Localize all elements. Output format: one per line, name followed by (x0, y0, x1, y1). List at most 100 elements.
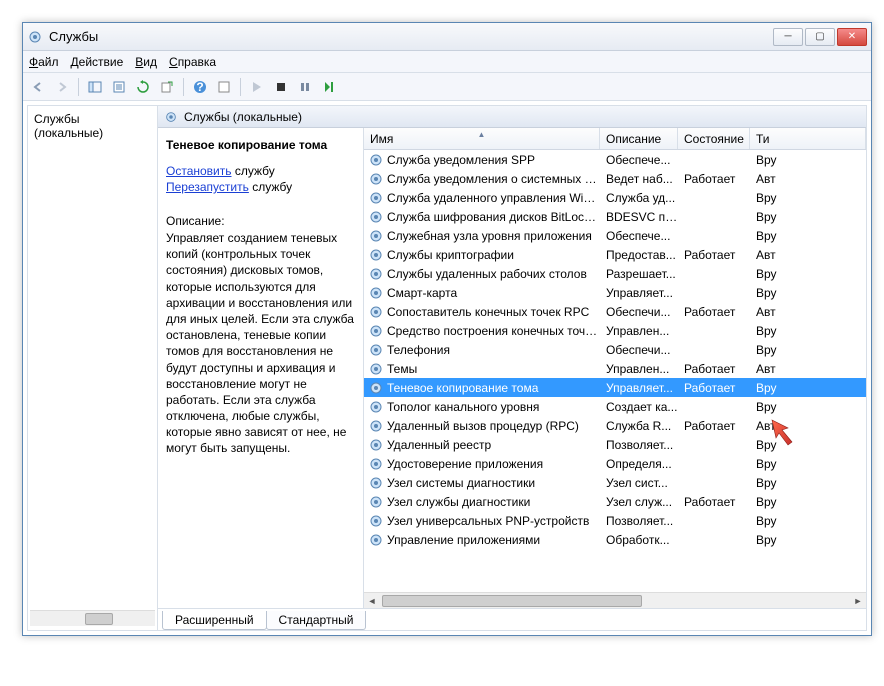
service-name: Удостоверение приложения (387, 457, 600, 471)
close-button[interactable]: ✕ (837, 28, 867, 46)
pause-icon (299, 81, 311, 93)
service-name: Узел системы диагностики (387, 476, 600, 490)
service-name: Узел службы диагностики (387, 495, 600, 509)
service-type: Авт (750, 362, 866, 376)
service-type: Вру (750, 457, 866, 471)
arrow-left-icon (31, 80, 45, 94)
service-icon (368, 152, 384, 168)
service-type: Вру (750, 533, 866, 547)
start-service-button[interactable] (246, 76, 268, 98)
minimize-button[interactable]: ─ (773, 28, 803, 46)
service-row[interactable]: Узел службы диагностикиУзел служ...Работ… (364, 492, 866, 511)
service-desc: Узел служ... (600, 495, 678, 509)
scroll-left-icon[interactable]: ◄ (364, 593, 380, 608)
service-desc: Обеспече... (600, 229, 678, 243)
restart-service-button[interactable] (318, 76, 340, 98)
service-row[interactable]: Удаленный вызов процедур (RPC)Служба R..… (364, 416, 866, 435)
menubar: Файл Действие Вид Справка (23, 51, 871, 73)
col-type[interactable]: Ти (750, 128, 866, 149)
tree-node-local[interactable]: Службы (локальные) (30, 110, 155, 142)
menu-help[interactable]: Справка (169, 55, 216, 69)
service-row[interactable]: Теневое копирование томаУправляет...Рабо… (364, 378, 866, 397)
properties-button[interactable] (108, 76, 130, 98)
service-name: Сопоставитель конечных точек RPC (387, 305, 600, 319)
service-desc: Позволяет... (600, 438, 678, 452)
refresh-icon (136, 80, 150, 94)
back-button[interactable] (27, 76, 49, 98)
service-name: Темы (387, 362, 600, 376)
service-type: Авт (750, 305, 866, 319)
scrollbar-thumb[interactable] (85, 613, 113, 625)
list-hscrollbar[interactable]: ◄ ► (364, 592, 866, 608)
titlebar[interactable]: Службы ─ ▢ ✕ (23, 23, 871, 51)
description-heading: Описание: (166, 214, 355, 228)
service-row[interactable]: ТемыУправлен...РаботаетАвт (364, 359, 866, 378)
service-icon (368, 285, 384, 301)
props-button[interactable] (213, 76, 235, 98)
service-desc: Разрешает... (600, 267, 678, 281)
service-row[interactable]: Служебная узла уровня приложенияОбеспече… (364, 226, 866, 245)
arrow-right-icon (55, 80, 69, 94)
service-row[interactable]: Узел универсальных PNP-устройствПозволяе… (364, 511, 866, 530)
service-type: Вру (750, 381, 866, 395)
stop-service-button[interactable] (270, 76, 292, 98)
service-row[interactable]: Службы удаленных рабочих столовРазрешает… (364, 264, 866, 283)
service-icon (368, 418, 384, 434)
refresh-button[interactable] (132, 76, 154, 98)
service-row[interactable]: Управление приложениямиОбработк...Вру (364, 530, 866, 549)
service-state: Работает (678, 381, 750, 395)
scope-tree[interactable]: Службы (локальные) (28, 106, 158, 630)
col-name[interactable]: Имя▲ (364, 128, 600, 149)
service-type: Вру (750, 438, 866, 452)
scroll-right-icon[interactable]: ► (850, 593, 866, 608)
window-title: Службы (49, 29, 771, 44)
service-row[interactable]: Тополог канального уровняСоздает ка...Вр… (364, 397, 866, 416)
service-row[interactable]: Узел системы диагностикиУзел сист...Вру (364, 473, 866, 492)
service-icon (368, 266, 384, 282)
tab-extended[interactable]: Расширенный (162, 611, 267, 630)
restart-link[interactable]: Перезапустить (166, 180, 249, 194)
service-state: Работает (678, 305, 750, 319)
selected-service-name: Теневое копирование тома (166, 138, 355, 152)
service-row[interactable]: ТелефонияОбеспечи...Вру (364, 340, 866, 359)
scrollbar-thumb[interactable] (382, 595, 642, 607)
service-row[interactable]: Служба шифрования дисков BitLockerBDESVC… (364, 207, 866, 226)
export-button[interactable] (156, 76, 178, 98)
service-row[interactable]: Удаленный реестрПозволяет...Вру (364, 435, 866, 454)
result-header: Службы (локальные) (158, 106, 866, 128)
service-row[interactable]: Служба уведомления SPPОбеспече...Вру (364, 150, 866, 169)
maximize-button[interactable]: ▢ (805, 28, 835, 46)
service-row[interactable]: Средство построения конечных точек ...Уп… (364, 321, 866, 340)
service-desc: Служба R... (600, 419, 678, 433)
help-button[interactable]: ? (189, 76, 211, 98)
tree-hscrollbar[interactable] (30, 610, 155, 626)
menu-view[interactable]: Вид (135, 55, 157, 69)
show-hide-tree-button[interactable] (84, 76, 106, 98)
service-name: Узел универсальных PNP-устройств (387, 514, 600, 528)
service-row[interactable]: Смарт-картаУправляет...Вру (364, 283, 866, 302)
service-row[interactable]: Службы криптографииПредостав...РаботаетА… (364, 245, 866, 264)
service-icon (368, 171, 384, 187)
service-desc: Управляет... (600, 381, 678, 395)
service-icon (368, 190, 384, 206)
service-row[interactable]: Сопоставитель конечных точек RPCОбеспечи… (364, 302, 866, 321)
service-row[interactable]: Служба удаленного управления Windo...Слу… (364, 188, 866, 207)
col-description[interactable]: Описание (600, 128, 678, 149)
col-state[interactable]: Состояние (678, 128, 750, 149)
help-icon: ? (193, 80, 207, 94)
menu-file[interactable]: Файл (29, 55, 59, 69)
service-icon (368, 380, 384, 396)
service-desc: Обработк... (600, 533, 678, 547)
service-icon (368, 228, 384, 244)
service-type: Авт (750, 248, 866, 262)
stop-link[interactable]: Остановить (166, 164, 232, 178)
service-row[interactable]: Служба уведомления о системных соб...Вед… (364, 169, 866, 188)
service-icon (368, 513, 384, 529)
tab-standard[interactable]: Стандартный (266, 611, 367, 630)
service-row[interactable]: Удостоверение приложенияОпределя...Вру (364, 454, 866, 473)
pause-service-button[interactable] (294, 76, 316, 98)
menu-action[interactable]: Действие (71, 55, 124, 69)
service-state: Работает (678, 495, 750, 509)
forward-button[interactable] (51, 76, 73, 98)
service-desc: Управлен... (600, 362, 678, 376)
